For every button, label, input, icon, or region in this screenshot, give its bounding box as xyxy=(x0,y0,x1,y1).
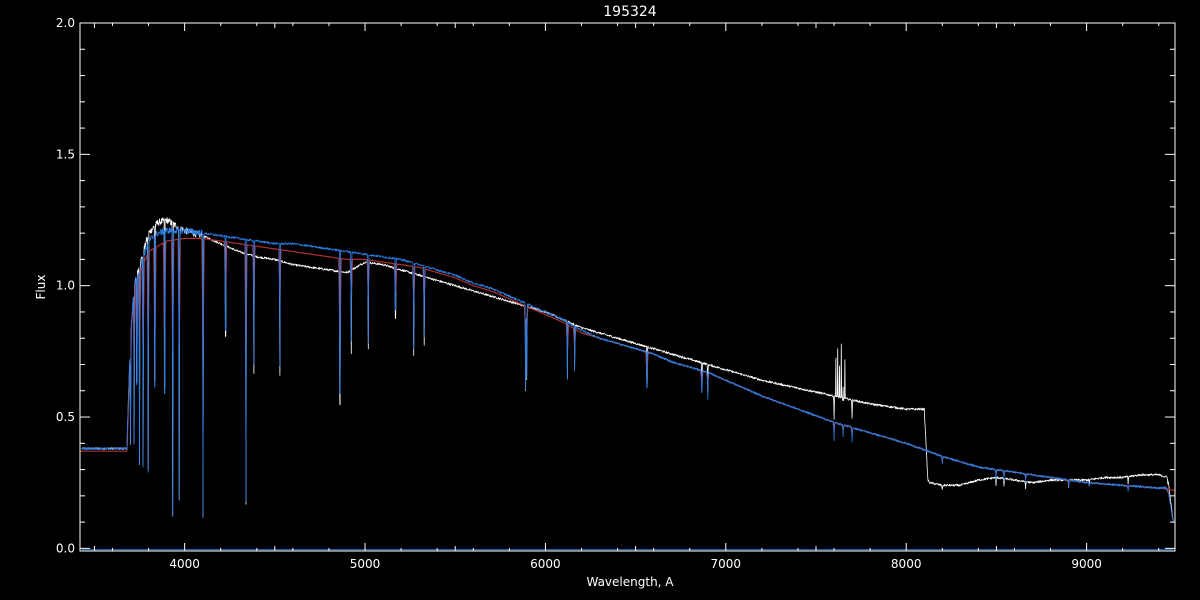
x-tick-label: 7000 xyxy=(711,557,742,571)
y-tick-label: 1.0 xyxy=(56,279,75,293)
x-tick-label: 5000 xyxy=(350,557,381,571)
y-axis-label: Flux xyxy=(34,275,48,300)
x-tick-label: 6000 xyxy=(530,557,561,571)
y-tick-label: 0.5 xyxy=(56,410,75,424)
chart-title: 195324 xyxy=(603,4,657,20)
y-tick-label: 0.0 xyxy=(56,541,75,555)
spectrum-chart: 195324 4000 5000 6000 7000 8000 9000 0.0 0.5 1.0… xyxy=(0,0,1200,600)
x-tick-label: 8000 xyxy=(891,557,922,571)
x-tick-label: 4000 xyxy=(169,557,200,571)
x-tick-label: 9000 xyxy=(1071,557,1102,571)
y-tick-label: 2.0 xyxy=(56,16,75,30)
y-tick-label: 1.5 xyxy=(56,147,75,161)
x-axis-label: Wavelength, A xyxy=(586,575,674,589)
